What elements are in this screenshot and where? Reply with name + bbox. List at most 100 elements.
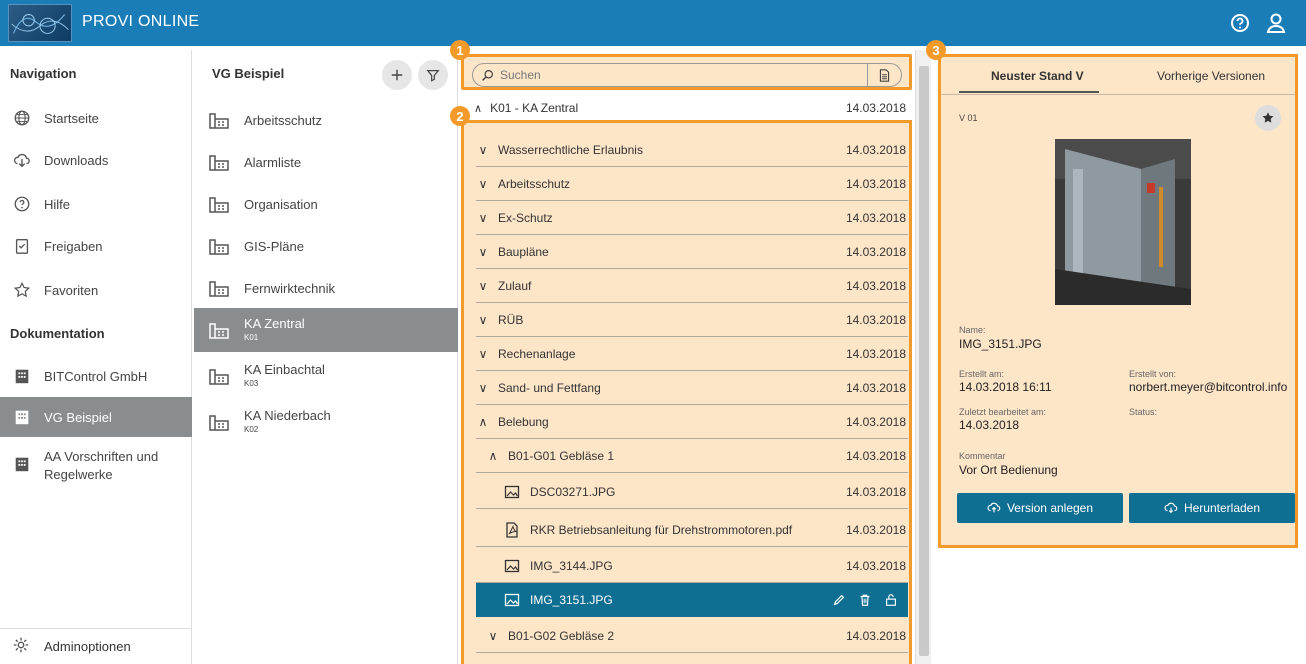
tree-row-date: 14.03.2018 [845, 380, 906, 395]
tree-row[interactable]: ∨ Zulauf 14.03.2018 [476, 269, 908, 303]
folder-item[interactable]: KA Einbachtal K03 [194, 354, 458, 398]
tree-row[interactable]: ∨ Baupläne 14.03.2018 [476, 235, 908, 269]
top-bar: PROVI ONLINE [0, 0, 1306, 46]
nav-item-freigaben[interactable]: Freigaben [0, 226, 192, 266]
nav-section-title: Dokumentation [10, 326, 105, 341]
folder-item-code: K01 [244, 333, 259, 343]
tree-row-date: 14.03.2018 [845, 346, 906, 361]
doc-item-aa-vorschriften[interactable]: AA Vorschriften und Regelwerke [0, 442, 192, 490]
navigation-panel: Navigation Startseite Downloads Hilfe Fr… [0, 50, 192, 664]
file-row-selected[interactable]: IMG_3151.JPG [476, 583, 908, 617]
nav-item-startseite[interactable]: Startseite [0, 98, 192, 138]
nav-item-label: Hilfe [44, 196, 71, 212]
building-icon [208, 412, 230, 432]
tree-row[interactable]: ∨ Ex-Schutz 14.03.2018 [476, 201, 908, 235]
comment-text: Vor Ort Bedienung [959, 463, 1058, 477]
building-icon [208, 278, 230, 298]
user-icon[interactable] [1264, 11, 1288, 35]
file-row-date: 14.03.2018 [845, 558, 906, 573]
tree-row-date: 14.03.2018 [845, 414, 906, 429]
tree-row[interactable]: ∧ Belebung 14.03.2018 [476, 405, 908, 439]
created-by: norbert.meyer@bitcontrol.info [1129, 380, 1288, 394]
image-preview[interactable] [1055, 139, 1191, 305]
nav-item-downloads[interactable]: Downloads [0, 140, 192, 180]
tab-current-version[interactable]: Neuster Stand V [991, 69, 1084, 83]
chevron-down-icon: ∨ [478, 312, 488, 327]
folder-item-code: K03 [244, 379, 259, 389]
document-button[interactable] [867, 63, 901, 87]
detail-tabs: Neuster Stand V Vorherige Versionen [941, 57, 1295, 95]
tree-scrollbar[interactable] [915, 50, 931, 664]
file-row[interactable]: IMG_3144.JPG 14.03.2018 [476, 549, 908, 583]
search-area: Suchen [461, 54, 912, 90]
search-icon [482, 69, 493, 81]
callout-badge-2: 2 [450, 106, 470, 126]
nav-item-hilfe[interactable]: Hilfe [0, 184, 192, 224]
created-date: 14.03.2018 16:11 [959, 380, 1052, 394]
image-file-icon [504, 558, 520, 574]
gear-icon [12, 636, 32, 657]
tree-row[interactable]: ∨ RÜB 14.03.2018 [476, 303, 908, 337]
scroll-thumb[interactable] [919, 66, 929, 656]
star-icon [1262, 112, 1274, 123]
image-file-icon [504, 484, 520, 500]
file-row[interactable]: DSC03271.JPG 14.03.2018 [476, 475, 908, 509]
folder-item[interactable]: KA Zentral K01 [194, 308, 458, 352]
nav-item-label: Freigaben [44, 238, 103, 254]
chevron-down-icon: ∨ [478, 380, 488, 395]
folder-item[interactable]: Alarmliste [194, 140, 458, 184]
doc-item-bitcontrol[interactable]: BITControl GmbH [0, 356, 192, 396]
nav-item-favoriten[interactable]: Favoriten [0, 270, 192, 310]
folder-item[interactable]: Arbeitsschutz [194, 98, 458, 142]
admin-options[interactable]: Adminoptionen [0, 628, 192, 664]
trash-icon[interactable] [858, 593, 872, 607]
folder-item[interactable]: Fernwirktechnik [194, 266, 458, 310]
tab-previous-versions[interactable]: Vorherige Versionen [1157, 69, 1265, 83]
add-button[interactable] [382, 60, 412, 90]
help-icon[interactable] [1228, 11, 1252, 35]
app-logo[interactable] [8, 4, 72, 42]
filter-button[interactable] [418, 60, 448, 90]
folder-item[interactable]: Organisation [194, 182, 458, 226]
download-button[interactable]: Herunterladen [1129, 493, 1295, 523]
folder-item-label: Organisation [244, 196, 318, 212]
active-tab-indicator [959, 91, 1099, 93]
create-version-button[interactable]: Version anlegen [957, 493, 1123, 523]
tree-row[interactable]: ∨ Rechenanlage 14.03.2018 [476, 337, 908, 371]
tree-row[interactable]: ∨ Sand- und Fettfang 14.03.2018 [476, 371, 908, 405]
unlock-icon[interactable] [884, 593, 898, 607]
chevron-up-icon: ∧ [488, 448, 498, 463]
folder-panel: VG Beispiel Arbeitsschutz Alarmliste Org… [194, 50, 458, 664]
tree-row-label: RÜB [498, 312, 524, 327]
file-row-label: IMG_3144.JPG [530, 558, 613, 573]
document-tree: ∨ Wasserrechtliche Erlaubnis 14.03.2018 ∨ A… [461, 120, 912, 664]
tree-row[interactable]: ∨ Arbeitsschutz 14.03.2018 [476, 167, 908, 201]
version-label: V 01 [959, 113, 978, 123]
edited-date: 14.03.2018 [959, 418, 1020, 432]
plus-icon [391, 69, 403, 81]
folder-panel-title: VG Beispiel [212, 66, 285, 81]
tree-root-date: 14.03.2018 [845, 101, 906, 115]
folder-item[interactable]: GIS-Pläne [194, 224, 458, 268]
folder-item-label: Fernwirktechnik [244, 280, 336, 296]
tree-root-row[interactable]: ∧ K01 - KA Zentral 14.03.2018 [474, 100, 908, 116]
folder-item-label: Alarmliste [244, 154, 302, 170]
file-row[interactable]: RKR Betriebsanleitung für Drehstrommotor… [476, 513, 908, 547]
tree-row-date: 14.03.2018 [845, 448, 906, 463]
doc-item-label: BITControl GmbH [44, 368, 148, 384]
favorite-button[interactable] [1255, 105, 1281, 131]
callout-badge-3: 3 [926, 40, 946, 60]
edit-icon[interactable] [832, 593, 846, 607]
tree-row[interactable]: ∨ Wasserrechtliche Erlaubnis 14.03.2018 [476, 133, 908, 167]
tree-row-label: Wasserrechtliche Erlaubnis [498, 142, 643, 157]
name-label: Name: [959, 325, 986, 335]
building-icon [208, 366, 230, 386]
doc-item-vg-beispiel[interactable]: VG Beispiel [0, 397, 192, 437]
chevron-up-icon: ∧ [474, 102, 483, 115]
folder-item-code: K02 [244, 425, 259, 435]
search-input[interactable]: Suchen [472, 63, 902, 87]
folder-item[interactable]: KA Niederbach K02 [194, 400, 458, 444]
file-row-date: 14.03.2018 [845, 522, 906, 537]
tree-row[interactable]: ∧ B01-G01 Gebläse 1 14.03.2018 [476, 439, 908, 473]
tree-row[interactable]: ∨ B01-G02 Gebläse 2 14.03.2018 [476, 619, 908, 653]
